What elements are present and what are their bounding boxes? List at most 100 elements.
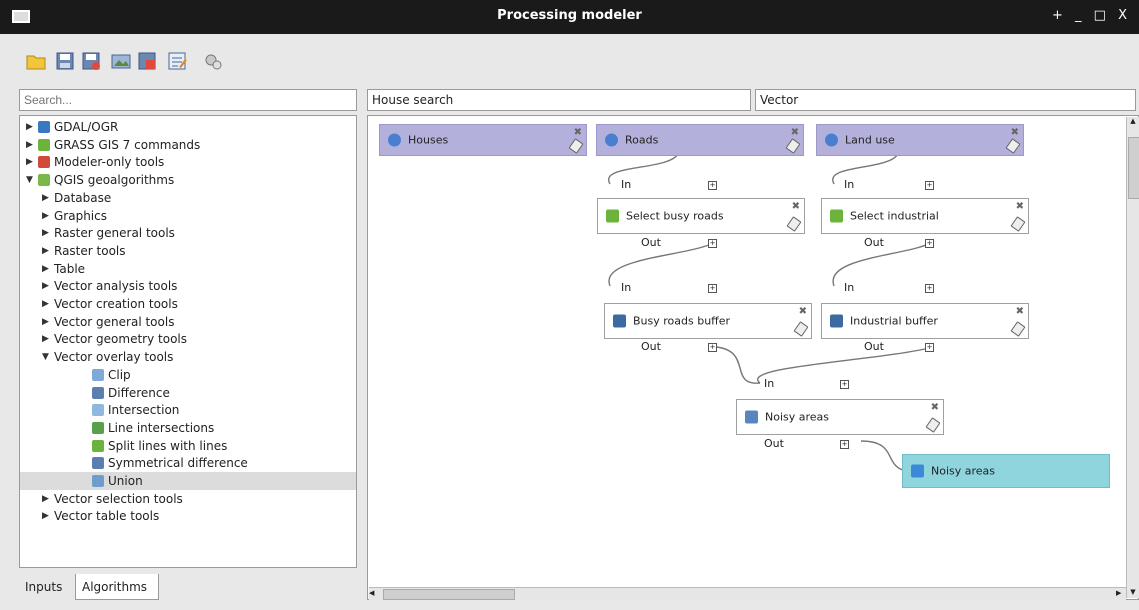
expand-port-icon[interactable]: +	[925, 239, 934, 248]
expand-arrow-icon[interactable]: ▶	[42, 330, 49, 348]
tree-item-vector-geometry-tools[interactable]: ▶ Vector geometry tools	[20, 330, 356, 348]
run-model-icon[interactable]	[202, 50, 224, 72]
title-bar[interactable]: Processing modeler + _ □ X	[0, 0, 1139, 34]
edit-node-icon[interactable]	[568, 138, 584, 154]
edit-node-icon[interactable]	[793, 321, 809, 337]
open-model-icon[interactable]	[25, 50, 47, 72]
save-as-icon[interactable]	[80, 50, 102, 72]
expand-port-icon[interactable]: +	[925, 181, 934, 190]
tree-item-line-intersections[interactable]: Line intersections	[20, 419, 356, 437]
edit-node-icon[interactable]	[1010, 216, 1026, 232]
tree-item-vector-general-tools[interactable]: ▶ Vector general tools	[20, 313, 356, 331]
export-python-icon[interactable]	[136, 50, 158, 72]
tree-item-intersection[interactable]: Intersection	[20, 401, 356, 419]
tree-item-graphics[interactable]: ▶ Graphics	[20, 207, 356, 225]
save-icon[interactable]	[54, 50, 76, 72]
algorithm-tree[interactable]: ▶ GDAL/OGR ▶ GRASS GIS 7 commands ▶ Modeler-o…	[19, 115, 357, 568]
expand-port-icon[interactable]: +	[708, 284, 717, 293]
expand-port-icon[interactable]: +	[925, 284, 934, 293]
tree-item-clip[interactable]: Clip	[20, 366, 356, 384]
horizontal-scroll-thumb[interactable]	[383, 589, 515, 600]
tree-item-database[interactable]: ▶ Database	[20, 189, 356, 207]
expand-arrow-icon[interactable]: ▶	[26, 153, 33, 171]
edit-node-icon[interactable]	[785, 138, 801, 154]
vertical-scroll-thumb[interactable]	[1128, 137, 1139, 199]
tab-inputs[interactable]: Inputs	[19, 574, 73, 600]
tree-item-vector-overlay-tools[interactable]: ▼ Vector overlay tools	[20, 348, 356, 366]
expand-arrow-icon[interactable]: ▶	[42, 507, 49, 525]
tree-item-vector-analysis-tools[interactable]: ▶ Vector analysis tools	[20, 277, 356, 295]
tree-item-union[interactable]: Union	[20, 472, 356, 490]
canvas-vertical-scrollbar[interactable]: ▲ ▼	[1126, 117, 1139, 598]
input-param-icon	[388, 133, 401, 147]
remove-node-icon[interactable]: ✖	[799, 306, 807, 317]
expand-arrow-icon[interactable]: ▶	[42, 189, 49, 207]
export-image-icon[interactable]	[110, 50, 132, 72]
tree-item-vector-selection-tools[interactable]: ▶ Vector selection tools	[20, 490, 356, 508]
tree-item-difference[interactable]: Difference	[20, 384, 356, 402]
tree-item-raster-tools[interactable]: ▶ Raster tools	[20, 242, 356, 260]
expand-arrow-icon[interactable]: ▶	[42, 242, 49, 260]
node-select-busy-roads[interactable]: Select busy roads ✖	[597, 198, 805, 234]
expand-port-icon[interactable]: +	[840, 440, 849, 449]
canvas-horizontal-scrollbar[interactable]: ◀ ▶	[369, 587, 1126, 600]
node-busy-roads-buffer[interactable]: Busy roads buffer ✖	[604, 303, 812, 339]
tree-item-raster-general-tools[interactable]: ▶ Raster general tools	[20, 224, 356, 242]
remove-node-icon[interactable]: ✖	[931, 402, 939, 413]
edit-node-icon[interactable]	[1010, 321, 1026, 337]
tree-item-table[interactable]: ▶ Table	[20, 260, 356, 278]
expand-port-icon[interactable]: +	[708, 239, 717, 248]
node-industrial-buffer[interactable]: Industrial buffer ✖	[821, 303, 1029, 339]
modeler-canvas[interactable]: Houses ✖ Roads ✖ Land use ✖ Select busy roads ✖…	[367, 115, 1139, 600]
collapse-arrow-icon[interactable]: ▼	[42, 348, 49, 366]
remove-node-icon[interactable]: ✖	[1016, 201, 1024, 212]
tree-item-vector-creation-tools[interactable]: ▶ Vector creation tools	[20, 295, 356, 313]
expand-arrow-icon[interactable]: ▶	[42, 260, 49, 278]
node-label: Houses	[408, 133, 449, 147]
model-group-field[interactable]: Vector	[755, 89, 1136, 111]
node-select-industrial[interactable]: Select industrial ✖	[821, 198, 1029, 234]
tree-item-symmetrical-difference[interactable]: Symmetrical difference	[20, 454, 356, 472]
expand-arrow-icon[interactable]: ▶	[42, 207, 49, 225]
remove-node-icon[interactable]: ✖	[1016, 306, 1024, 317]
remove-node-icon[interactable]: ✖	[791, 127, 799, 138]
model-name-field[interactable]: House search	[367, 89, 751, 111]
scroll-right-icon[interactable]: ▶	[1116, 589, 1126, 599]
expand-arrow-icon[interactable]: ▶	[42, 277, 49, 295]
scroll-up-icon[interactable]: ▲	[1128, 117, 1138, 127]
node-land-use[interactable]: Land use ✖	[816, 124, 1024, 156]
edit-node-icon[interactable]	[1005, 138, 1021, 154]
tree-item-modeler-only-tools[interactable]: ▶ Modeler-only tools	[20, 153, 356, 171]
expand-port-icon[interactable]: +	[925, 343, 934, 352]
remove-node-icon[interactable]: ✖	[792, 201, 800, 212]
expand-arrow-icon[interactable]: ▶	[42, 295, 49, 313]
edit-node-icon[interactable]	[786, 216, 802, 232]
node-houses[interactable]: Houses ✖	[379, 124, 587, 156]
scroll-left-icon[interactable]: ◀	[369, 589, 379, 599]
edit-help-icon[interactable]	[166, 50, 188, 72]
expand-port-icon[interactable]: +	[708, 181, 717, 190]
node-noisy-areas-output[interactable]: Noisy areas	[902, 454, 1110, 488]
expand-arrow-icon[interactable]: ▶	[26, 118, 33, 136]
expand-arrow-icon[interactable]: ▶	[42, 490, 49, 508]
node-noisy-areas[interactable]: Noisy areas ✖	[736, 399, 944, 435]
expand-arrow-icon[interactable]: ▶	[42, 224, 49, 242]
tree-item-gdal-ogr[interactable]: ▶ GDAL/OGR	[20, 118, 356, 136]
collapse-arrow-icon[interactable]: ▼	[26, 171, 33, 189]
tree-item-split-lines-with-lines[interactable]: Split lines with lines	[20, 437, 356, 455]
expand-port-icon[interactable]: +	[840, 380, 849, 389]
expand-port-icon[interactable]: +	[708, 343, 717, 352]
algorithm-search-input[interactable]	[19, 89, 357, 111]
expand-arrow-icon[interactable]: ▶	[42, 313, 49, 331]
remove-node-icon[interactable]: ✖	[574, 127, 582, 138]
node-roads[interactable]: Roads ✖	[596, 124, 804, 156]
tree-item-qgis-geoalgorithms[interactable]: ▼ QGIS geoalgorithms	[20, 171, 356, 189]
expand-arrow-icon[interactable]: ▶	[26, 136, 33, 154]
scroll-down-icon[interactable]: ▼	[1128, 588, 1138, 598]
edit-node-icon[interactable]	[925, 417, 941, 433]
window-controls[interactable]: + _ □ X	[1052, 8, 1131, 23]
remove-node-icon[interactable]: ✖	[1011, 127, 1019, 138]
tree-item-grass-gis-7-commands[interactable]: ▶ GRASS GIS 7 commands	[20, 136, 356, 154]
tab-algorithms[interactable]: Algorithms	[75, 574, 159, 600]
tree-item-vector-table-tools[interactable]: ▶ Vector table tools	[20, 507, 356, 525]
